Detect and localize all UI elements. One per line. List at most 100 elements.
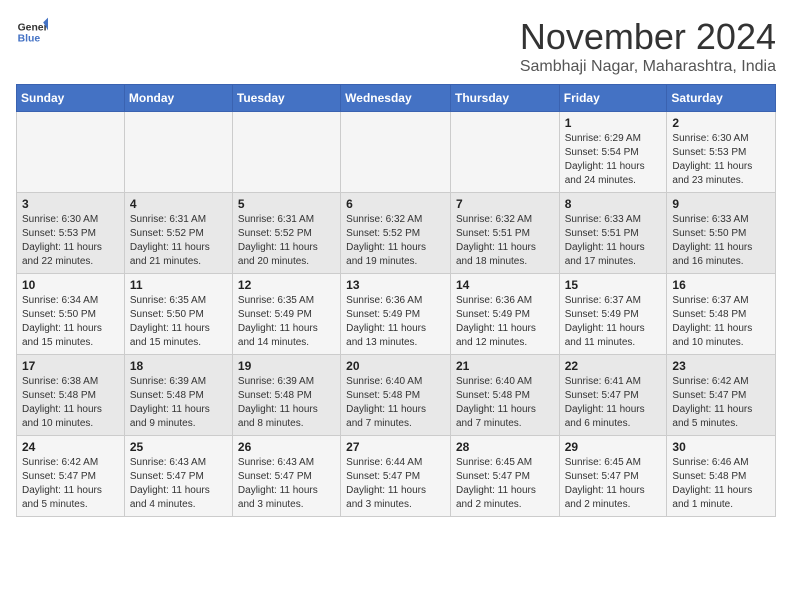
day-number: 6 xyxy=(346,197,445,211)
day-info: Sunrise: 6:35 AM Sunset: 5:50 PM Dayligh… xyxy=(130,294,227,350)
calendar-week-row: 17 Sunrise: 6:38 AM Sunset: 5:48 PM Dayli… xyxy=(17,355,776,436)
calendar-cell: 23Sunrise: 6:42 AM Sunset: 5:47 PM Dayli… xyxy=(667,355,776,436)
weekday-header: Friday xyxy=(559,85,667,112)
day-number: 12 xyxy=(238,278,335,292)
day-number: 11 xyxy=(130,278,227,292)
calendar-cell: 27 Sunrise: 6:44 AM Sunset: 5:47 PM Dayli… xyxy=(341,436,451,517)
calendar-cell: 8 Sunrise: 6:33 AM Sunset: 5:51 PM Daylig… xyxy=(559,193,667,274)
day-info: Sunrise: 6:33 AM Sunset: 5:50 PM Dayligh… xyxy=(672,213,770,269)
calendar-cell: 7 Sunrise: 6:32 AM Sunset: 5:51 PM Daylig… xyxy=(450,193,559,274)
calendar-cell: 20 Sunrise: 6:40 AM Sunset: 5:48 PM Dayli… xyxy=(341,355,451,436)
day-number: 10 xyxy=(22,278,119,292)
location-title: Sambhaji Nagar, Maharashtra, India xyxy=(520,58,776,76)
day-info: Sunrise: 6:37 AM Sunset: 5:49 PM Dayligh… xyxy=(565,294,662,350)
day-number: 26 xyxy=(238,440,335,454)
weekday-header: Monday xyxy=(124,85,232,112)
day-number: 16 xyxy=(672,278,770,292)
day-info: Sunrise: 6:45 AM Sunset: 5:47 PM Dayligh… xyxy=(565,456,662,512)
day-number: 30 xyxy=(672,440,770,454)
weekday-header: Thursday xyxy=(450,85,559,112)
day-info: Sunrise: 6:39 AM Sunset: 5:48 PM Dayligh… xyxy=(238,375,335,431)
day-info: Sunrise: 6:40 AM Sunset: 5:48 PM Dayligh… xyxy=(456,375,554,431)
calendar-body: 1Sunrise: 6:29 AM Sunset: 5:54 PM Daylig… xyxy=(17,112,776,517)
day-info: Sunrise: 6:30 AM Sunset: 5:53 PM Dayligh… xyxy=(22,213,119,269)
day-info: Sunrise: 6:36 AM Sunset: 5:49 PM Dayligh… xyxy=(456,294,554,350)
day-number: 4 xyxy=(130,197,227,211)
logo: General Blue xyxy=(16,16,48,48)
day-number: 27 xyxy=(346,440,445,454)
calendar-cell xyxy=(450,112,559,193)
day-info: Sunrise: 6:46 AM Sunset: 5:48 PM Dayligh… xyxy=(672,456,770,512)
month-title: November 2024 xyxy=(520,16,776,58)
calendar-week-row: 3Sunrise: 6:30 AM Sunset: 5:53 PM Daylig… xyxy=(17,193,776,274)
calendar-cell: 17 Sunrise: 6:38 AM Sunset: 5:48 PM Dayli… xyxy=(17,355,125,436)
day-info: Sunrise: 6:43 AM Sunset: 5:47 PM Dayligh… xyxy=(238,456,335,512)
day-info: Sunrise: 6:30 AM Sunset: 5:53 PM Dayligh… xyxy=(672,132,770,188)
day-number: 20 xyxy=(346,359,445,373)
day-number: 5 xyxy=(238,197,335,211)
day-info: Sunrise: 6:44 AM Sunset: 5:47 PM Dayligh… xyxy=(346,456,445,512)
day-number: 14 xyxy=(456,278,554,292)
day-info: Sunrise: 6:43 AM Sunset: 5:47 PM Dayligh… xyxy=(130,456,227,512)
calendar-cell: 2 Sunrise: 6:30 AM Sunset: 5:53 PM Daylig… xyxy=(667,112,776,193)
calendar-cell: 14 Sunrise: 6:36 AM Sunset: 5:49 PM Dayli… xyxy=(450,274,559,355)
logo-icon: General Blue xyxy=(16,16,48,48)
day-info: Sunrise: 6:36 AM Sunset: 5:49 PM Dayligh… xyxy=(346,294,445,350)
day-info: Sunrise: 6:45 AM Sunset: 5:47 PM Dayligh… xyxy=(456,456,554,512)
calendar-cell: 12 Sunrise: 6:35 AM Sunset: 5:49 PM Dayli… xyxy=(232,274,340,355)
calendar-cell: 1Sunrise: 6:29 AM Sunset: 5:54 PM Daylig… xyxy=(559,112,667,193)
day-number: 25 xyxy=(130,440,227,454)
calendar-cell: 26 Sunrise: 6:43 AM Sunset: 5:47 PM Dayli… xyxy=(232,436,340,517)
day-number: 18 xyxy=(130,359,227,373)
day-info: Sunrise: 6:37 AM Sunset: 5:48 PM Dayligh… xyxy=(672,294,770,350)
day-number: 28 xyxy=(456,440,554,454)
calendar-cell: 22 Sunrise: 6:41 AM Sunset: 5:47 PM Dayli… xyxy=(559,355,667,436)
day-number: 23 xyxy=(672,359,770,373)
weekday-header: Saturday xyxy=(667,85,776,112)
calendar-cell: 4 Sunrise: 6:31 AM Sunset: 5:52 PM Daylig… xyxy=(124,193,232,274)
day-info: Sunrise: 6:31 AM Sunset: 5:52 PM Dayligh… xyxy=(238,213,335,269)
calendar-cell xyxy=(232,112,340,193)
day-number: 21 xyxy=(456,359,554,373)
day-info: Sunrise: 6:34 AM Sunset: 5:50 PM Dayligh… xyxy=(22,294,119,350)
day-number: 8 xyxy=(565,197,662,211)
day-number: 2 xyxy=(672,116,770,130)
calendar-cell: 10 Sunrise: 6:34 AM Sunset: 5:50 PM Dayli… xyxy=(17,274,125,355)
calendar-cell: 13Sunrise: 6:36 AM Sunset: 5:49 PM Dayli… xyxy=(341,274,451,355)
calendar-cell: 25 Sunrise: 6:43 AM Sunset: 5:47 PM Dayli… xyxy=(124,436,232,517)
calendar-cell: 9 Sunrise: 6:33 AM Sunset: 5:50 PM Daylig… xyxy=(667,193,776,274)
weekday-header: Tuesday xyxy=(232,85,340,112)
day-info: Sunrise: 6:35 AM Sunset: 5:49 PM Dayligh… xyxy=(238,294,335,350)
day-number: 22 xyxy=(565,359,662,373)
calendar-cell: 6Sunrise: 6:32 AM Sunset: 5:52 PM Daylig… xyxy=(341,193,451,274)
day-info: Sunrise: 6:33 AM Sunset: 5:51 PM Dayligh… xyxy=(565,213,662,269)
day-info: Sunrise: 6:38 AM Sunset: 5:48 PM Dayligh… xyxy=(22,375,119,431)
calendar-cell: 21 Sunrise: 6:40 AM Sunset: 5:48 PM Dayli… xyxy=(450,355,559,436)
calendar-cell: 24Sunrise: 6:42 AM Sunset: 5:47 PM Dayli… xyxy=(17,436,125,517)
calendar-table: SundayMondayTuesdayWednesdayThursdayFrid… xyxy=(16,84,776,517)
day-number: 19 xyxy=(238,359,335,373)
day-number: 9 xyxy=(672,197,770,211)
calendar-header: SundayMondayTuesdayWednesdayThursdayFrid… xyxy=(17,85,776,112)
weekday-header: Sunday xyxy=(17,85,125,112)
day-info: Sunrise: 6:31 AM Sunset: 5:52 PM Dayligh… xyxy=(130,213,227,269)
calendar-cell: 30 Sunrise: 6:46 AM Sunset: 5:48 PM Dayli… xyxy=(667,436,776,517)
day-info: Sunrise: 6:40 AM Sunset: 5:48 PM Dayligh… xyxy=(346,375,445,431)
day-info: Sunrise: 6:39 AM Sunset: 5:48 PM Dayligh… xyxy=(130,375,227,431)
day-info: Sunrise: 6:41 AM Sunset: 5:47 PM Dayligh… xyxy=(565,375,662,431)
calendar-cell: 29Sunrise: 6:45 AM Sunset: 5:47 PM Dayli… xyxy=(559,436,667,517)
calendar-cell: 16 Sunrise: 6:37 AM Sunset: 5:48 PM Dayli… xyxy=(667,274,776,355)
svg-text:Blue: Blue xyxy=(18,34,41,45)
weekday-header: Wednesday xyxy=(341,85,451,112)
day-info: Sunrise: 6:29 AM Sunset: 5:54 PM Dayligh… xyxy=(565,132,662,188)
calendar-cell: 15Sunrise: 6:37 AM Sunset: 5:49 PM Dayli… xyxy=(559,274,667,355)
day-info: Sunrise: 6:32 AM Sunset: 5:51 PM Dayligh… xyxy=(456,213,554,269)
day-number: 7 xyxy=(456,197,554,211)
svg-text:General: General xyxy=(18,22,48,33)
calendar-cell: 11 Sunrise: 6:35 AM Sunset: 5:50 PM Dayli… xyxy=(124,274,232,355)
calendar-cell: 18 Sunrise: 6:39 AM Sunset: 5:48 PM Dayli… xyxy=(124,355,232,436)
calendar-cell xyxy=(17,112,125,193)
calendar-week-row: 24Sunrise: 6:42 AM Sunset: 5:47 PM Dayli… xyxy=(17,436,776,517)
calendar-cell: 19 Sunrise: 6:39 AM Sunset: 5:48 PM Dayli… xyxy=(232,355,340,436)
day-number: 17 xyxy=(22,359,119,373)
